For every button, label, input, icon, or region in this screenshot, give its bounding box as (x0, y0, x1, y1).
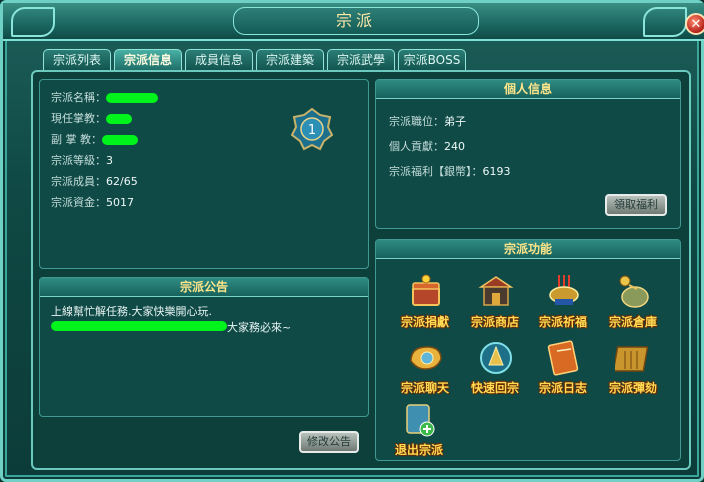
notice-line-1: 上線幫忙解任務.大家快樂開心玩. (51, 305, 212, 318)
warehouse-button[interactable]: 宗派倉庫 (601, 273, 665, 335)
members-row: 宗派成員：62/65 (51, 173, 138, 189)
donation-chest-icon (412, 274, 440, 306)
leave-sect-label: 退出宗派 (394, 443, 443, 457)
notice-line-2: 大家務必來~ (227, 321, 292, 334)
funds-row: 宗派資金：5017 (51, 194, 134, 210)
quick-return-label: 快速回宗 (470, 381, 519, 395)
contribution-label: 個人貢獻： (389, 140, 444, 153)
sect-name-label: 宗派名稱： (51, 91, 106, 104)
impeach-scroll-icon (615, 346, 649, 372)
right-ornament (643, 7, 687, 37)
pray-button[interactable]: 宗派祈福 (531, 273, 595, 335)
emblem-level: 1 (308, 123, 316, 138)
redacted-leader-name (106, 114, 132, 124)
warehouse-label: 宗派倉庫 (608, 315, 657, 329)
shop-button[interactable]: 宗派商店 (463, 273, 527, 335)
position-row: 宗派職位：弟子 (389, 113, 466, 129)
tab-member-info[interactable]: 成員信息 (185, 49, 253, 70)
chat-horn-icon (410, 346, 442, 370)
vice-leader-row: 副 掌 教： (51, 131, 138, 147)
leader-row: 現任掌教： (51, 110, 132, 126)
title-bar: 宗派 (3, 3, 704, 41)
impeach-button[interactable]: 宗派彈劾 (601, 339, 665, 401)
leader-label: 現任掌教： (51, 112, 106, 125)
level-row: 宗派等級：3 (51, 152, 113, 168)
incense-burner-icon (549, 275, 579, 305)
tab-sect-martial[interactable]: 宗派武學 (327, 49, 395, 70)
log-button[interactable]: 宗派日志 (531, 339, 595, 401)
sect-name-row: 宗派名稱： (51, 89, 158, 105)
welfare-label: 宗派福利【銀幣】： (389, 165, 483, 178)
leave-sect-button[interactable]: 退出宗派 (387, 401, 451, 463)
chat-button[interactable]: 宗派聊天 (393, 339, 457, 401)
contribution-row: 個人貢獻：240 (389, 138, 465, 154)
quick-return-button[interactable]: 快速回宗 (463, 339, 527, 401)
return-portal-icon (480, 342, 512, 374)
log-label: 宗派日志 (538, 381, 587, 395)
close-button[interactable]: ✕ (685, 13, 704, 35)
chat-label: 宗派聊天 (400, 381, 449, 395)
personal-info-title: 個人信息 (376, 80, 680, 99)
funds-label: 宗派資金： (51, 196, 106, 209)
welfare-row: 宗派福利【銀幣】：6193 (389, 163, 511, 179)
members-value: 62/65 (106, 175, 138, 188)
tab-sect-boss[interactable]: 宗派BOSS (398, 49, 466, 70)
tab-sect-buildings[interactable]: 宗派建築 (256, 49, 324, 70)
tab-sect-list[interactable]: 宗派列表 (43, 49, 111, 70)
claim-welfare-button[interactable]: 領取福利 (605, 194, 667, 216)
level-label: 宗派等級： (51, 154, 106, 167)
shop-label: 宗派商店 (470, 315, 519, 329)
donate-label: 宗派捐獻 (400, 315, 449, 329)
warehouse-sack-icon (619, 275, 649, 308)
pray-label: 宗派祈福 (538, 315, 587, 329)
notice-panel: 宗派公告 (39, 277, 369, 417)
edit-notice-button[interactable]: 修改公告 (299, 431, 359, 453)
notice-title: 宗派公告 (40, 278, 368, 297)
exit-scroll-icon (406, 404, 435, 437)
shop-building-icon (478, 276, 514, 306)
funds-value: 5017 (106, 196, 134, 209)
tab-sect-info[interactable]: 宗派信息 (114, 49, 182, 70)
redacted-sect-name (106, 93, 158, 103)
welfare-value: 6193 (482, 165, 511, 178)
position-value: 弟子 (444, 115, 466, 128)
sect-window: 宗派 ✕ 宗派列表 宗派信息 成員信息 宗派建築 宗派武學 宗派BOSS 宗派名… (0, 0, 704, 482)
functions-title: 宗派功能 (376, 240, 680, 259)
redacted-notice-text (51, 321, 227, 331)
contribution-value: 240 (444, 140, 465, 153)
window-title: 宗派 (233, 7, 479, 35)
impeach-label: 宗派彈劾 (608, 381, 657, 395)
left-ornament (11, 7, 55, 37)
log-book-icon (547, 340, 579, 376)
redacted-vice-name (102, 135, 138, 145)
vice-leader-label: 副 掌 教： (51, 133, 102, 146)
position-label: 宗派職位： (389, 115, 444, 128)
level-value: 3 (106, 154, 113, 167)
members-label: 宗派成員： (51, 175, 106, 188)
sect-emblem-icon: 1 (290, 107, 334, 151)
donate-button[interactable]: 宗派捐獻 (393, 273, 457, 335)
